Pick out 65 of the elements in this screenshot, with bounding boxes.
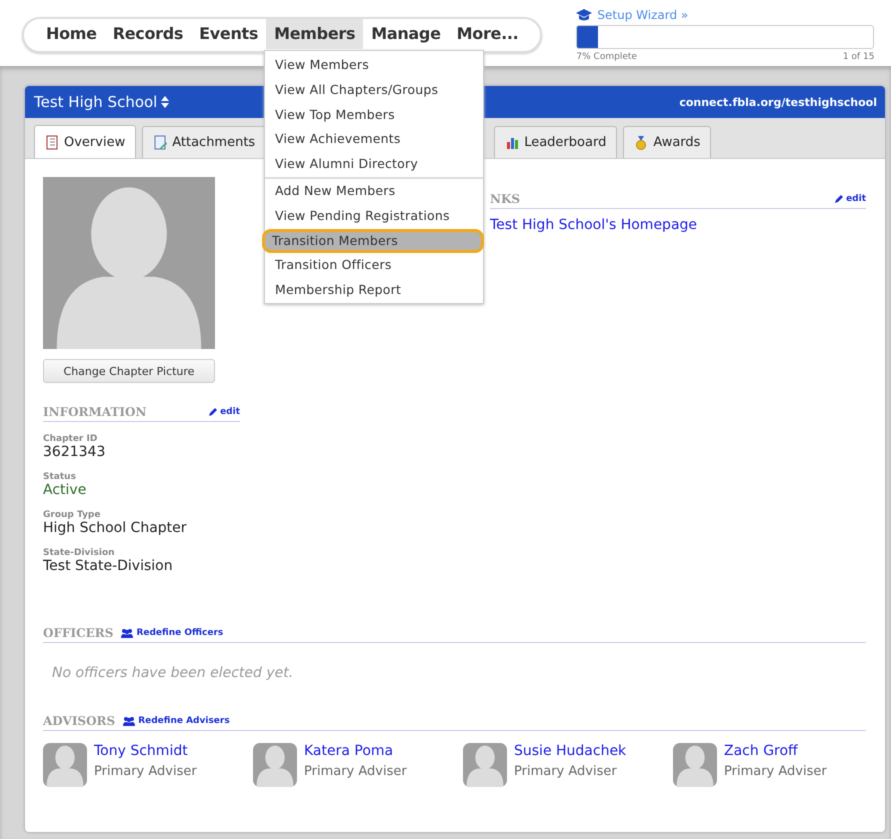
- field-label: Group Type: [43, 510, 102, 520]
- section-heading: ADVISORS: [43, 714, 116, 728]
- menu-item[interactable]: View All Chapters/Groups: [265, 78, 483, 103]
- chapter-title[interactable]: Test High School: [34, 93, 158, 111]
- field-label: Status: [43, 472, 77, 482]
- edit-link[interactable]: edit: [834, 194, 866, 204]
- nav-item[interactable]: Home: [38, 19, 105, 49]
- avatar-icon: [463, 743, 507, 787]
- menu-item[interactable]: View Pending Registrations: [265, 204, 483, 229]
- nav-item[interactable]: Records: [104, 19, 192, 49]
- menu-item[interactable]: Membership Report: [265, 278, 483, 303]
- people-icon: [123, 716, 136, 726]
- people-icon: [121, 628, 134, 638]
- redefine-link[interactable]: Redefine Officers: [121, 628, 224, 638]
- avatar-icon: [43, 743, 87, 787]
- step-counter: 1 of 15: [842, 52, 874, 62]
- change-picture-button[interactable]: Change Chapter Picture: [43, 359, 215, 383]
- chapter-url: connect.fbla.org/testhighschool: [679, 96, 877, 108]
- menu-item[interactable]: View Alumni Directory: [265, 152, 483, 177]
- nav-item[interactable]: Manage: [363, 19, 449, 49]
- book-icon: [45, 134, 60, 150]
- empty-message: No officers have been elected yet.: [51, 664, 294, 683]
- adviser-role: Primary Adviser: [94, 764, 197, 779]
- tab[interactable]: Attachments: [142, 126, 266, 158]
- sort-icon: [161, 96, 170, 108]
- redefine-link[interactable]: Redefine Advisers: [123, 716, 230, 726]
- menu-item[interactable]: View Members: [265, 53, 483, 78]
- progress-label: 7% Complete: [576, 52, 637, 62]
- graduation-cap-icon: [576, 9, 592, 21]
- field-value: 3621343: [43, 444, 106, 460]
- adviser-name-link[interactable]: Zach Groff: [724, 743, 827, 759]
- field-value: Active: [43, 482, 88, 498]
- menu-item[interactable]: View Achievements: [265, 127, 483, 152]
- avatar-icon: [253, 743, 297, 787]
- nav-item[interactable]: Members: [266, 19, 364, 49]
- homepage-link[interactable]: Test High School's Homepage: [490, 217, 698, 233]
- adviser-role: Primary Adviser: [304, 764, 407, 779]
- profile-placeholder-icon: [43, 177, 215, 349]
- adviser-role: Primary Adviser: [724, 764, 827, 779]
- adviser-role: Primary Adviser: [514, 764, 618, 779]
- avatar-icon: [673, 743, 717, 787]
- tab[interactable]: Overview: [34, 125, 136, 158]
- field-value: High School Chapter: [43, 520, 188, 536]
- adviser-name-link[interactable]: Tony Schmidt: [94, 743, 197, 759]
- menu-item[interactable]: View Top Members: [265, 102, 483, 128]
- adviser-name-link[interactable]: Susie Hudachek: [514, 743, 626, 759]
- document-icon: [153, 135, 168, 150]
- tab[interactable]: Leaderboard: [494, 126, 618, 158]
- field-label: Chapter ID: [43, 434, 98, 444]
- menu-item[interactable]: Transition Members: [262, 228, 484, 254]
- nav-item[interactable]: Events: [191, 19, 266, 49]
- tab[interactable]: Awards: [623, 126, 712, 158]
- adviser-name-link[interactable]: Katera Poma: [304, 743, 407, 759]
- pencil-icon: [208, 407, 218, 417]
- menu-item[interactable]: Add New Members: [265, 178, 483, 204]
- pencil-icon: [834, 194, 844, 204]
- menu-item[interactable]: Transition Officers: [265, 253, 483, 278]
- section-heading: NKS: [490, 192, 520, 206]
- field-value: Test State-Division: [43, 558, 174, 574]
- section-heading: OFFICERS: [43, 626, 114, 640]
- nav-item[interactable]: More...: [448, 19, 526, 49]
- edit-link[interactable]: edit: [208, 407, 240, 417]
- field-label: State-Division: [43, 548, 116, 558]
- bar-chart-icon: [505, 135, 520, 150]
- section-heading: INFORMATION: [43, 405, 146, 419]
